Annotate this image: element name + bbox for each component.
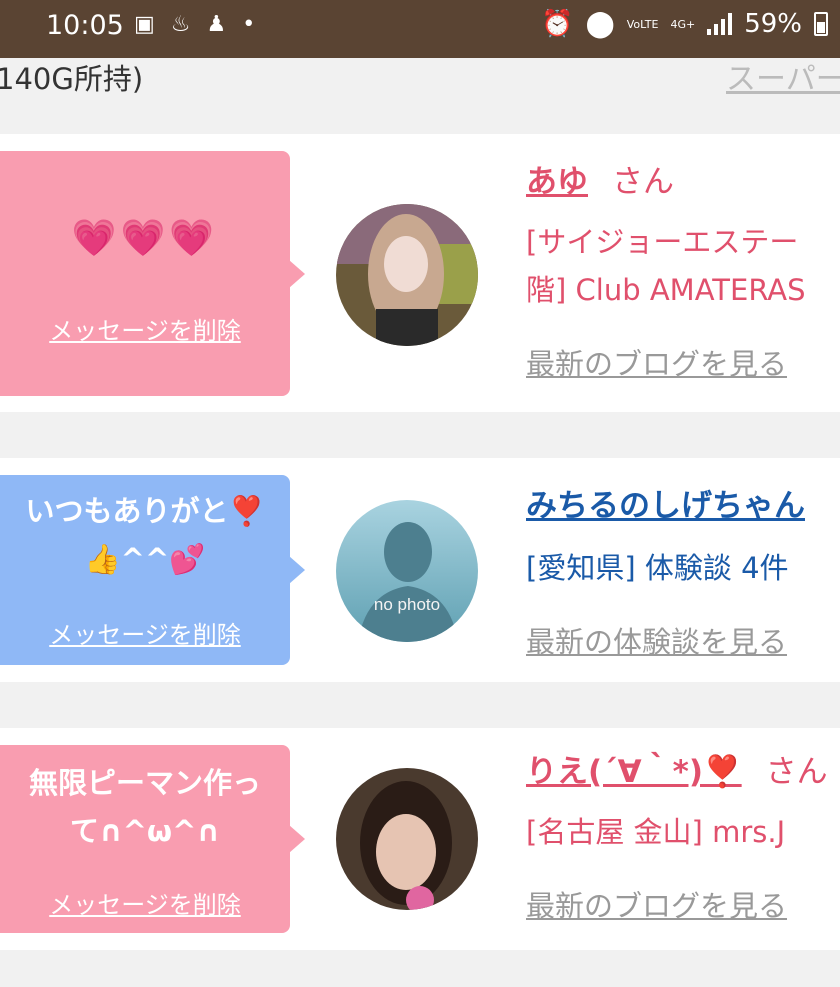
user-info: りえ(´∀｀*)❣️ さん [名古屋 金山] mrs.J 最新のブログを見る: [526, 746, 840, 925]
shop-info-line2[interactable]: 階] Club AMATERAS: [526, 267, 840, 309]
favorite-card: 無限ピーマン作っ て∩^ω^∩ メッセージを削除 りえ(´∀｀*)❣️ さん [名…: [0, 728, 840, 950]
user-name-link[interactable]: みちるのしげちゃん: [526, 488, 805, 524]
avatar[interactable]: [336, 204, 478, 346]
app-notification-icon-2: ♟: [206, 12, 227, 37]
message-text-line1: 無限ピーマン作っ: [28, 766, 261, 800]
message-bubble: 無限ピーマン作っ て∩^ω^∩ メッセージを削除: [0, 745, 305, 933]
battery-percent: 59%: [744, 9, 802, 39]
more-notifications-dot-icon: •: [242, 12, 256, 37]
shop-info-line1[interactable]: [名古屋 金山] mrs.J: [526, 809, 840, 851]
app-notification-icon: ♨: [170, 12, 191, 37]
message-text-line2: 👍^^💕: [84, 542, 206, 576]
delete-message-link[interactable]: メッセージを削除: [0, 615, 290, 650]
status-time: 10:05: [46, 10, 124, 41]
location-icon: ⬤: [585, 9, 615, 39]
favorite-card: いつもありがと❣️ 👍^^💕 メッセージを削除 no photo みちるのしげち…: [0, 458, 840, 682]
volte-label: VoLTE: [626, 17, 659, 31]
alarm-icon: ⏰: [541, 9, 574, 39]
image-icon: ▣: [134, 12, 155, 37]
user-info: あゆ さん [サイジョーエステー 階] Club AMATERAS 最新のブログを…: [526, 156, 840, 383]
message-text: 💗💗💗: [71, 218, 219, 259]
avatar[interactable]: [336, 768, 478, 910]
delete-message-link[interactable]: メッセージを削除: [0, 885, 290, 920]
user-name-link[interactable]: りえ(´∀｀*)❣️: [526, 754, 742, 790]
honorific: さん: [612, 164, 674, 200]
gold-balance: 140G所持): [0, 62, 144, 96]
message-text-line1: いつもありがと❣️: [25, 494, 265, 528]
latest-blog-link[interactable]: 最新のブログを見る: [526, 341, 840, 383]
favorite-card: 💗💗💗 メッセージを削除 あゆ さん [サイジョーエステー 階] Club AMA…: [0, 134, 840, 412]
message-text-line2: て∩^ω^∩: [70, 814, 220, 848]
status-bar: 10:05 ▣ ♨ ♟ • ⏰ ⬤ VoLTE 4G+ 59%: [0, 0, 840, 58]
notification-icons: ▣ ♨ ♟ •: [134, 12, 255, 37]
super-link[interactable]: スーパー: [726, 54, 840, 98]
no-photo-text: no photo: [374, 595, 440, 614]
user-name-link[interactable]: あゆ: [526, 164, 588, 200]
honorific: さん: [765, 754, 828, 790]
points-row: 140G所持) スーパー: [0, 58, 840, 132]
user-info: みちるのしげちゃん [愛知県] 体験談 4件 最新の体験談を見る: [526, 480, 840, 661]
avatar-no-photo[interactable]: no photo: [336, 500, 478, 642]
shop-info-line1[interactable]: [サイジョーエステー: [526, 219, 840, 261]
delete-message-link[interactable]: メッセージを削除: [0, 311, 290, 346]
latest-blog-link[interactable]: 最新のブログを見る: [526, 883, 840, 925]
battery-icon: [814, 12, 828, 36]
message-bubble: いつもありがと❣️ 👍^^💕 メッセージを削除: [0, 475, 305, 665]
review-count[interactable]: [愛知県] 体験談 4件: [526, 545, 840, 587]
latest-review-link[interactable]: 最新の体験談を見る: [526, 619, 840, 661]
message-bubble: 💗💗💗 メッセージを削除: [0, 151, 305, 396]
signal-icon: [707, 13, 733, 35]
network-type: 4G+: [670, 17, 696, 31]
